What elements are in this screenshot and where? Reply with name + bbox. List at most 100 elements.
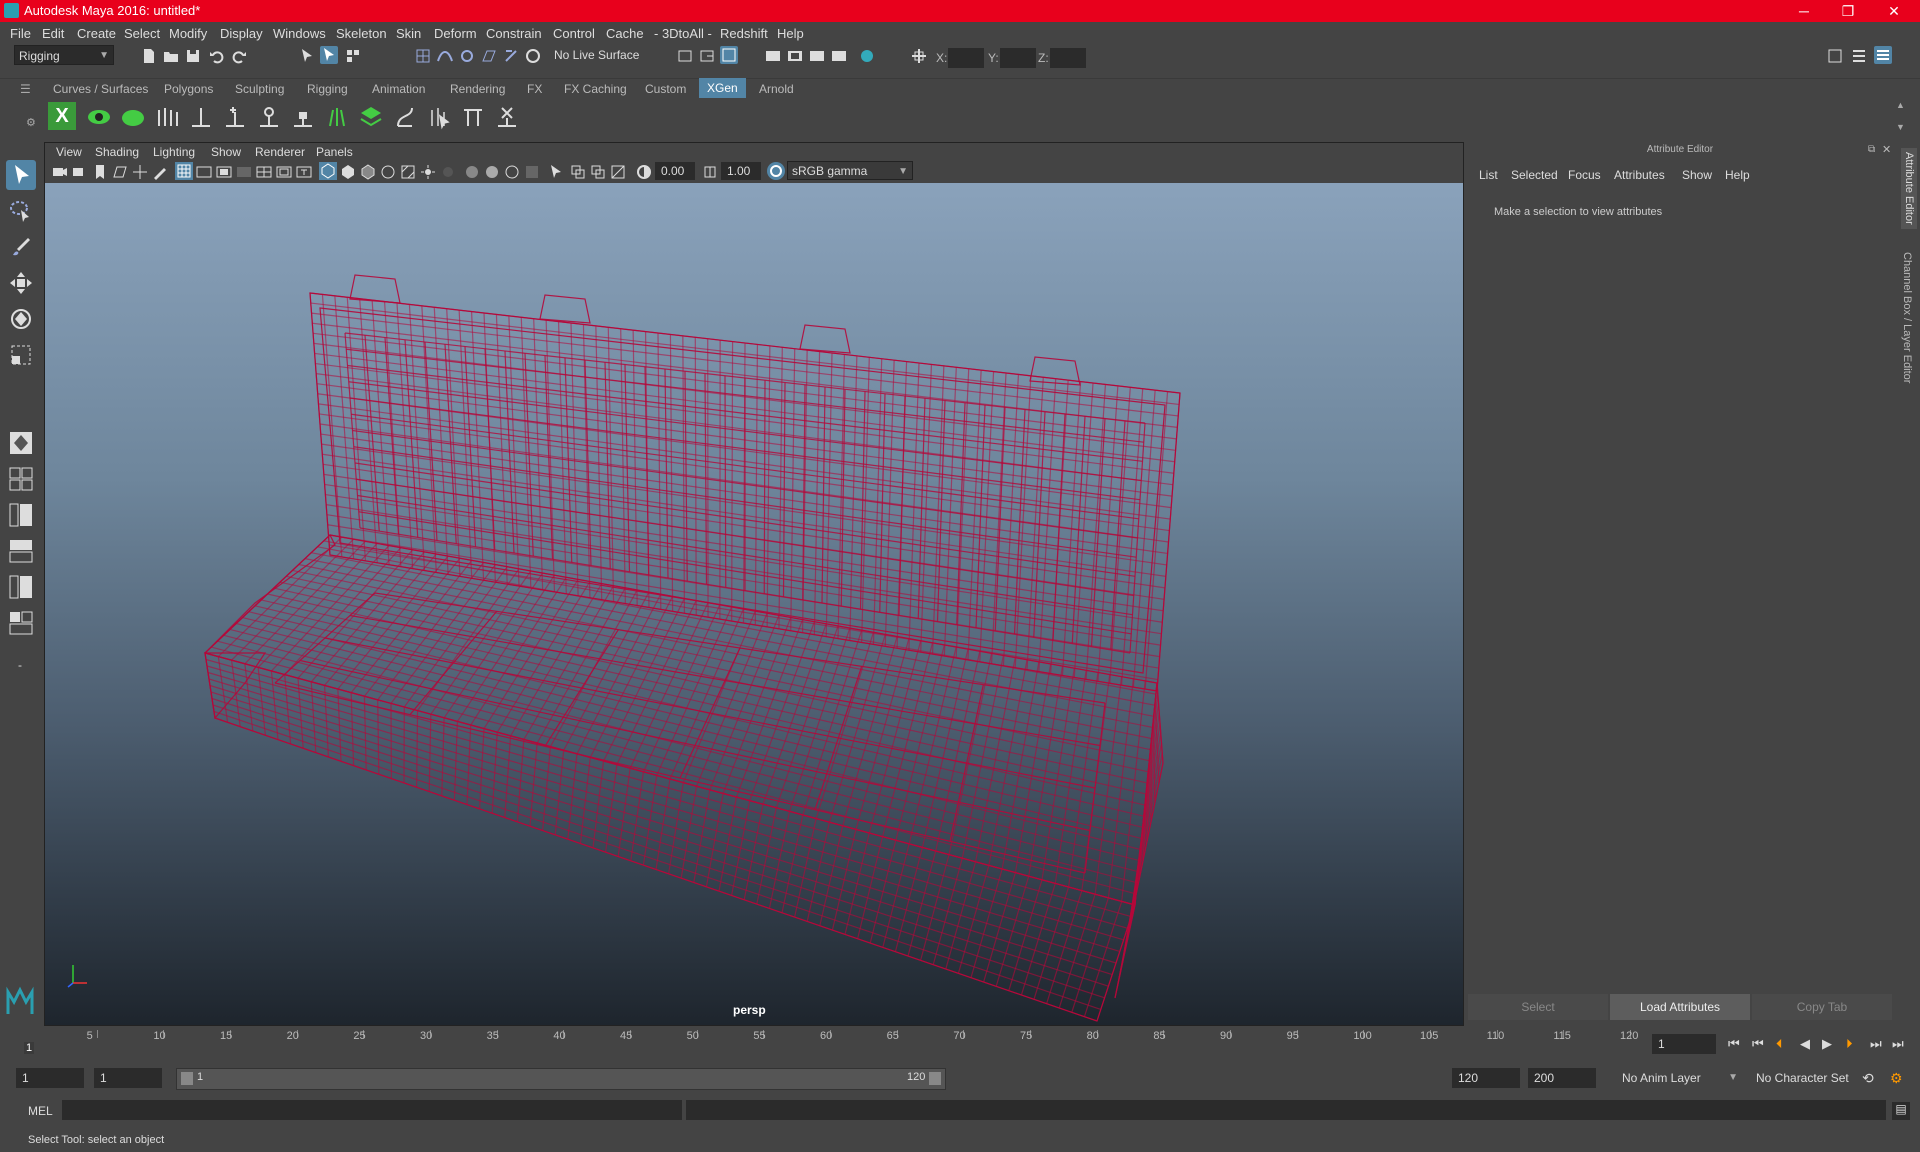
attr-menu-show[interactable]: Show — [1682, 168, 1712, 182]
input-ops-icon[interactable] — [676, 47, 694, 65]
script-language-label[interactable]: MEL — [28, 1104, 53, 1118]
add-guide-icon[interactable] — [188, 104, 214, 130]
viewport-menu-show[interactable]: Show — [211, 145, 241, 159]
gamma-field[interactable]: 1.00 — [721, 162, 761, 180]
guide-add-plus-icon[interactable] — [222, 104, 248, 130]
field-chart-icon[interactable] — [255, 163, 273, 181]
gamma-icon[interactable] — [701, 163, 719, 181]
xgen-layers-icon[interactable] — [358, 104, 384, 130]
motion-blur-icon[interactable] — [483, 163, 501, 181]
persp-node-editor-layout-icon[interactable] — [8, 610, 34, 636]
menu-windows[interactable]: Windows — [273, 26, 326, 41]
output-ops-icon[interactable] — [698, 47, 716, 65]
guide-flatten-icon[interactable] — [460, 104, 486, 130]
multisample-aa-icon[interactable] — [503, 163, 521, 181]
new-scene-icon[interactable] — [140, 47, 158, 65]
paint-select-tool-icon[interactable] — [8, 234, 34, 260]
menu-select[interactable]: Select — [124, 26, 160, 41]
shelf-menu-icon[interactable]: ☰ — [20, 82, 31, 96]
safe-action-icon[interactable] — [275, 163, 293, 181]
command-input[interactable] — [62, 1100, 682, 1120]
guide-delete-icon[interactable] — [494, 104, 520, 130]
open-scene-icon[interactable] — [162, 47, 180, 65]
y-field[interactable] — [1000, 48, 1036, 68]
minimize-button[interactable]: ─ — [1784, 2, 1824, 20]
close-panel-icon[interactable]: ✕ — [1882, 143, 1891, 156]
play-backwards-icon[interactable]: ◀ — [1800, 1036, 1810, 1052]
resolution-gate-icon[interactable] — [215, 163, 233, 181]
menu-file[interactable]: File — [10, 26, 31, 41]
shadows-icon[interactable] — [439, 163, 457, 181]
select-by-component-icon[interactable] — [344, 47, 362, 65]
range-end-handle[interactable] — [929, 1072, 941, 1085]
undo-icon[interactable] — [208, 47, 226, 65]
snap-curve-icon[interactable] — [436, 47, 454, 65]
save-scene-icon[interactable] — [184, 47, 202, 65]
menu-modify[interactable]: Modify — [169, 26, 207, 41]
tab-sculpting[interactable]: Sculpting — [235, 82, 284, 96]
copy-tab-button[interactable]: Copy Tab — [1752, 994, 1892, 1020]
time-slider[interactable]: 5 10 15 20 25 30 35 40 45 50 55 60 65 70 75 80 85 90 95 100… — [22, 1028, 1642, 1058]
depth-of-field-icon[interactable] — [523, 163, 541, 181]
select-by-hierarchy-icon[interactable] — [298, 47, 316, 65]
shelf-gear-icon[interactable]: ⚙ — [26, 116, 36, 129]
snap-point-icon[interactable] — [458, 47, 476, 65]
menu-set-dropdown[interactable]: Rigging ▼ — [14, 45, 114, 65]
playback-end-field[interactable]: 120 — [1452, 1068, 1520, 1088]
scene-start-field[interactable]: 1 — [16, 1068, 84, 1088]
grow-guides-icon[interactable] — [324, 104, 350, 130]
viewport-menu-shading[interactable]: Shading — [95, 145, 139, 159]
exposure-field[interactable]: 0.00 — [655, 162, 695, 180]
film-gate-icon[interactable] — [195, 163, 213, 181]
render-settings-icon[interactable] — [764, 47, 782, 65]
xgen-preview-icon[interactable] — [86, 104, 112, 130]
shelf-scroll-up-icon[interactable]: ▲ — [1896, 100, 1905, 110]
four-view-layout-icon[interactable] — [8, 466, 34, 492]
bookmark-icon[interactable] — [91, 163, 109, 181]
select-tool-icon[interactable] — [6, 160, 36, 190]
xray-icon[interactable] — [379, 163, 397, 181]
maya-home-icon[interactable] — [4, 986, 36, 1018]
tab-custom[interactable]: Custom — [645, 82, 686, 96]
persp-outliner-layout-icon[interactable] — [8, 502, 34, 528]
attr-menu-attributes[interactable]: Attributes — [1614, 168, 1665, 182]
menu-display[interactable]: Display — [220, 26, 263, 41]
step-forward-key-icon[interactable]: ⏭ — [1870, 1036, 1882, 1052]
redo-icon[interactable] — [230, 47, 248, 65]
go-to-start-icon[interactable]: ⏮ — [1728, 1036, 1740, 1052]
menu-3dtoall[interactable]: - 3DtoAll - — [654, 26, 712, 41]
live-surface-field[interactable]: No Live Surface — [550, 45, 648, 65]
2d-pan-zoom-icon[interactable] — [131, 163, 149, 181]
playback-start-field[interactable]: 1 — [94, 1068, 162, 1088]
load-attributes-button[interactable]: Load Attributes — [1610, 994, 1750, 1020]
range-bar[interactable]: 1 120 — [176, 1068, 946, 1090]
close-button[interactable]: ✕ — [1874, 2, 1914, 20]
color-space-dropdown[interactable]: sRGB gamma ▼ — [787, 161, 913, 180]
character-set-dropdown[interactable]: No Character Set — [1752, 1068, 1856, 1088]
step-forward-frame-icon[interactable]: ⏵ — [1846, 1036, 1853, 1052]
viewport-menu-renderer[interactable]: Renderer — [255, 145, 305, 159]
scene-end-field[interactable]: 200 — [1528, 1068, 1596, 1088]
snap-grid-icon[interactable] — [414, 47, 432, 65]
lasso-tool-icon[interactable] — [8, 198, 34, 224]
tab-rigging[interactable]: Rigging — [307, 82, 348, 96]
smooth-shade-icon[interactable] — [339, 163, 357, 181]
attr-menu-help[interactable]: Help — [1725, 168, 1750, 182]
attr-menu-selected[interactable]: Selected — [1511, 168, 1558, 182]
lights-icon[interactable] — [419, 163, 437, 181]
tab-animation[interactable]: Animation — [372, 82, 425, 96]
grid-toggle-icon[interactable] — [175, 162, 193, 180]
menu-skeleton[interactable]: Skeleton — [336, 26, 387, 41]
step-back-frame-icon[interactable]: ⏴ — [1776, 1036, 1783, 1052]
grease-pencil-icon[interactable] — [151, 163, 169, 181]
script-editor-icon[interactable]: ▤ — [1892, 1102, 1910, 1120]
guide-sculpt-icon[interactable] — [256, 104, 282, 130]
menu-redshift[interactable]: Redshift — [720, 26, 768, 41]
safe-title-icon[interactable] — [295, 163, 313, 181]
animation-preferences-icon[interactable]: ⚙ — [1890, 1070, 1903, 1087]
textured-icon[interactable] — [399, 163, 417, 181]
menu-constrain[interactable]: Constrain — [486, 26, 542, 41]
auto-key-icon[interactable]: ⟲ — [1862, 1070, 1874, 1087]
menu-create[interactable]: Create — [77, 26, 116, 41]
backface-culling-icon[interactable] — [609, 163, 627, 181]
